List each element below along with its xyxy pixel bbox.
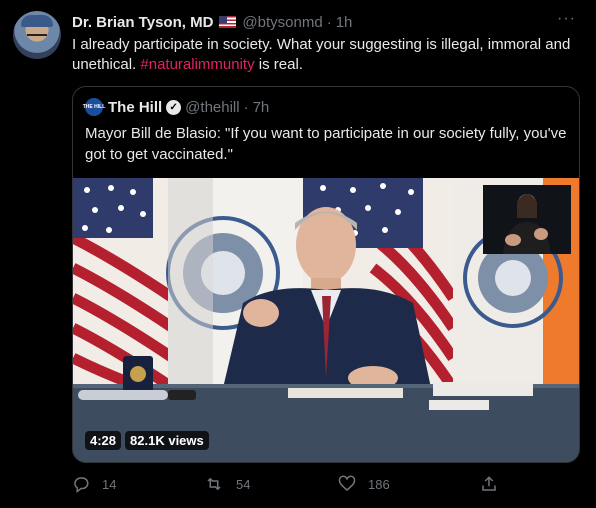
video-player[interactable]: 4:28 82.1K views bbox=[73, 178, 579, 462]
like-count: 186 bbox=[368, 476, 390, 492]
quoted-text: Mayor Bill de Blasio: "If you want to pa… bbox=[85, 125, 567, 163]
more-icon[interactable]: ··· bbox=[557, 10, 576, 28]
video-views: 82.1K views bbox=[125, 430, 209, 450]
video-duration: 4:28 bbox=[85, 430, 122, 450]
quoted-author-name[interactable]: The Hill bbox=[108, 99, 162, 116]
retweet-button[interactable]: 54 bbox=[204, 472, 250, 496]
separator: · bbox=[326, 13, 332, 31]
share-icon bbox=[482, 476, 496, 491]
separator: · bbox=[243, 98, 249, 116]
quoted-header: THE HILL The Hill ✓ @thehill · 7h bbox=[83, 97, 270, 117]
reply-count: 14 bbox=[102, 476, 117, 492]
action-bar: 14 54 186 bbox=[72, 472, 512, 496]
tweet-text: I already participate in society. What y… bbox=[72, 35, 582, 75]
interpreter-inset bbox=[483, 185, 571, 254]
flag-icon bbox=[219, 16, 237, 28]
author-handle[interactable]: @btysonmd bbox=[242, 14, 322, 31]
author-name[interactable]: Dr. Brian Tyson, MD bbox=[72, 14, 213, 31]
video-frame bbox=[73, 178, 579, 462]
author-avatar[interactable] bbox=[13, 11, 61, 59]
verified-icon: ✓ bbox=[166, 99, 182, 115]
quoted-handle[interactable]: @thehill bbox=[185, 99, 239, 116]
share-button[interactable] bbox=[480, 472, 510, 496]
american-flag-left bbox=[73, 178, 177, 394]
video-stats: 4:28 82.1K views bbox=[85, 430, 213, 450]
tweet[interactable]: Dr. Brian Tyson, MD @btysonmd · 1h ··· I… bbox=[0, 0, 596, 508]
retweet-count: 54 bbox=[236, 476, 251, 492]
like-icon bbox=[338, 475, 356, 491]
hashtag-link[interactable]: #naturalimmunity bbox=[140, 56, 254, 73]
reply-button[interactable]: 14 bbox=[72, 472, 116, 496]
reply-icon bbox=[74, 477, 89, 493]
quoted-tweet[interactable]: THE HILL The Hill ✓ @thehill · 7h Mayor … bbox=[72, 86, 580, 463]
like-button[interactable]: 186 bbox=[338, 472, 390, 496]
tweet-header: Dr. Brian Tyson, MD @btysonmd · 1h bbox=[72, 12, 352, 32]
retweet-icon bbox=[207, 477, 221, 491]
quoted-time[interactable]: 7h bbox=[253, 99, 270, 116]
tweet-time[interactable]: 1h bbox=[336, 14, 353, 31]
quoted-avatar[interactable]: THE HILL bbox=[83, 98, 105, 116]
tweet-text-after: is real. bbox=[254, 56, 303, 73]
